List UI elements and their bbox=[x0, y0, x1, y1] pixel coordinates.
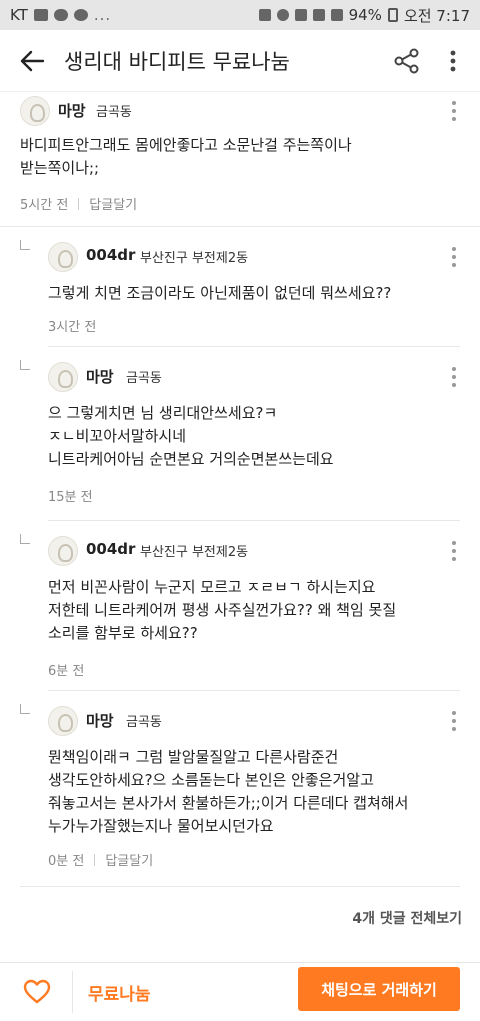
comment-time: 3시간 전 bbox=[48, 320, 97, 335]
comment-meta: 5시간 전 답글달기 bbox=[20, 194, 137, 213]
comment-location: 부산진구 부전제2동 bbox=[140, 545, 249, 560]
more-options-button[interactable] bbox=[438, 44, 468, 78]
more-vertical-icon bbox=[450, 50, 456, 72]
reply-indent-icon bbox=[20, 240, 30, 250]
back-button[interactable] bbox=[0, 30, 64, 92]
avatar[interactable] bbox=[48, 536, 78, 566]
more-vertical-icon[interactable] bbox=[444, 708, 464, 734]
comment-text: 바디피트안그래도 몸에안좋다고 소문난걸 주는쪽이나 받는쪽이나;; bbox=[20, 136, 352, 177]
arrow-left-icon bbox=[20, 50, 45, 71]
avatar[interactable] bbox=[48, 706, 78, 736]
comment-nickname[interactable]: 004dr bbox=[86, 540, 135, 558]
chat-trade-button[interactable]: 채팅으로 거래하기 bbox=[298, 967, 460, 1011]
clock: 오전 7:17 bbox=[403, 6, 470, 25]
status-bar: KT ... 94% 오전 7:17 bbox=[0, 0, 480, 30]
signal-icon bbox=[330, 9, 343, 21]
reply-indent-icon bbox=[20, 534, 30, 544]
comment-time: 5시간 전 bbox=[20, 198, 69, 213]
pill-icon bbox=[53, 9, 68, 21]
bottom-bar: 무료나눔 채팅으로 거래하기 bbox=[0, 962, 480, 1021]
share-button[interactable] bbox=[390, 44, 424, 78]
comment-location: 금곡동 bbox=[126, 715, 162, 730]
reply-button[interactable]: 답글달기 bbox=[105, 850, 153, 869]
divider bbox=[72, 971, 73, 1013]
comment-meta: 15분 전 bbox=[48, 486, 93, 505]
comment-item: 004dr 부산진구 부전제2동 먼저 비꼰사람이 누군지 모르고 ㅈㄹㅂㄱ 하… bbox=[0, 520, 480, 690]
comment-meta: 3시간 전 bbox=[48, 316, 96, 335]
comment-location: 부산진구 부전제2동 bbox=[140, 251, 249, 266]
reply-indent-icon bbox=[20, 704, 30, 714]
app-bar: 생리대 바디피트 무료나눔 bbox=[0, 30, 480, 92]
more-vertical-icon[interactable] bbox=[444, 538, 464, 564]
like-button[interactable] bbox=[22, 977, 52, 1007]
comment-list: 마망 금곡동 바디피트안그래도 몸에안좋다고 소문난걸 주는쪽이나 받는쪽이나;… bbox=[0, 92, 480, 962]
meta-divider bbox=[94, 853, 96, 866]
comment-nickname[interactable]: 마망 bbox=[58, 100, 86, 121]
comment-item: 마망 금곡동 뭔책임이래ㅋ 그럼 발암물질알고 다른사람준건 생각도안하세요?으… bbox=[0, 690, 480, 886]
heart-outline-icon bbox=[23, 979, 51, 1004]
comment-time: 0분 전 bbox=[48, 854, 85, 869]
comment-nickname[interactable]: 마망 bbox=[86, 366, 114, 387]
share-icon bbox=[394, 48, 419, 74]
carrier-label: KT bbox=[10, 6, 28, 24]
nfc-icon bbox=[294, 9, 307, 21]
comment-meta: 0분 전 답글달기 bbox=[48, 850, 153, 869]
eye-icon bbox=[73, 9, 88, 21]
comment-location: 금곡동 bbox=[126, 371, 162, 386]
comment-time: 15분 전 bbox=[48, 490, 93, 505]
battery-icon bbox=[387, 8, 398, 22]
comment-time: 6분 전 bbox=[48, 664, 85, 679]
battery-percent: 94% bbox=[348, 6, 382, 24]
comment-item: 마망 금곡동 바디피트안그래도 몸에안좋다고 소문난걸 주는쪽이나 받는쪽이나;… bbox=[0, 92, 480, 222]
avatar[interactable] bbox=[20, 96, 50, 126]
alarm-icon bbox=[276, 9, 289, 21]
mute-icon bbox=[258, 9, 271, 21]
comment-nickname[interactable]: 004dr bbox=[86, 246, 135, 264]
page-title: 생리대 바디피트 무료나눔 bbox=[64, 49, 290, 74]
avatar[interactable] bbox=[48, 242, 78, 272]
more-vertical-icon[interactable] bbox=[444, 364, 464, 390]
comment-text: 그렇게 치면 조금이라도 아닌제품이 없던데 뭐쓰세요?? bbox=[48, 284, 392, 302]
comment-meta: 6분 전 bbox=[48, 660, 84, 679]
more-vertical-icon[interactable] bbox=[444, 98, 464, 124]
comment-text: 뭔책임이래ㅋ 그럼 발암물질알고 다른사람준건 생각도안하세요?으 소름돋는다 … bbox=[48, 748, 409, 835]
comment-nickname[interactable]: 마망 bbox=[86, 710, 114, 731]
meta-divider bbox=[78, 197, 80, 210]
divider bbox=[20, 886, 460, 887]
gallery-icon bbox=[33, 9, 48, 21]
more-notifications: ... bbox=[93, 6, 112, 24]
view-all-comments-link[interactable]: 4개 댓글 전체보기 bbox=[352, 908, 462, 928]
comment-location: 금곡동 bbox=[96, 105, 132, 120]
comment-item: 004dr 부산진구 부전제2동 그렇게 치면 조금이라도 아닌제품이 없던데 … bbox=[0, 226, 480, 346]
comment-text: 먼저 비꼰사람이 누군지 모르고 ㅈㄹㅂㄱ 하시는지요 저한테 니트라케어꺼 평… bbox=[48, 578, 397, 642]
more-vertical-icon[interactable] bbox=[444, 244, 464, 270]
comment-text: 으 그렇게치면 님 생리대안쓰세요?ㅋ ㅈㄴ비꼬아서말하시네 니트라케어아님 순… bbox=[48, 404, 334, 468]
wifi-icon bbox=[312, 9, 325, 21]
reply-button[interactable]: 답글달기 bbox=[89, 194, 137, 213]
reply-indent-icon bbox=[20, 360, 30, 370]
price-label: 무료나눔 bbox=[88, 985, 151, 1005]
comment-item: 마망 금곡동 으 그렇게치면 님 생리대안쓰세요?ㅋ ㅈㄴ비꼬아서말하시네 니트… bbox=[0, 346, 480, 520]
avatar[interactable] bbox=[48, 362, 78, 392]
